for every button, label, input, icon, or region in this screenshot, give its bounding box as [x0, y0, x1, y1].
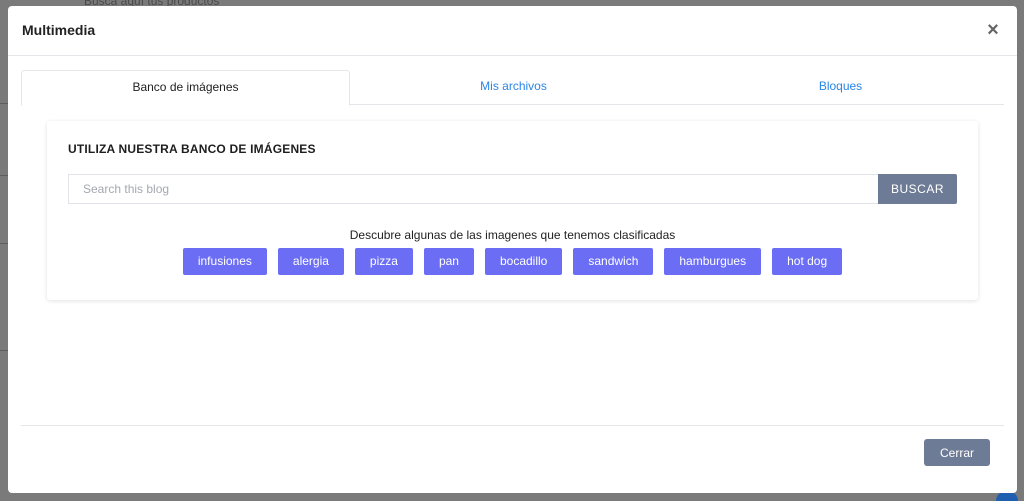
background-divider: [0, 103, 8, 104]
tag-button-bocadillo[interactable]: bocadillo: [484, 248, 563, 275]
search-input[interactable]: [68, 174, 878, 204]
image-bank-card: UTILIZA NUESTRA BANCO DE IMÁGENES BUSCAR…: [47, 121, 978, 300]
cerrar-button[interactable]: Cerrar: [924, 439, 990, 466]
tag-button-pan[interactable]: pan: [423, 248, 474, 275]
search-bar: BUSCAR: [68, 174, 957, 204]
background-divider: [0, 350, 8, 351]
tag-button-infusiones[interactable]: infusiones: [182, 248, 267, 275]
tag-list: infusiones alergia pizza pan bocadillo s…: [47, 248, 978, 275]
card-title: UTILIZA NUESTRA BANCO DE IMÁGENES: [68, 142, 316, 156]
discover-text: Descubre algunas de las imagenes que ten…: [349, 228, 676, 242]
tag-button-sandwich[interactable]: sandwich: [573, 248, 654, 275]
modal-header: Multimedia ×: [8, 6, 1017, 56]
close-icon[interactable]: ×: [983, 18, 1003, 42]
background-divider: [0, 175, 8, 176]
multimedia-modal: Multimedia × Banco de imágenes Mis archi…: [8, 6, 1017, 493]
tab-bloques[interactable]: Bloques: [677, 70, 1004, 105]
tag-button-hamburgues[interactable]: hamburgues: [664, 248, 762, 275]
tab-banco-de-imagenes[interactable]: Banco de imágenes: [21, 70, 350, 106]
tag-button-hot-dog[interactable]: hot dog: [772, 248, 843, 275]
modal-title: Multimedia: [22, 22, 96, 38]
tab-mis-archivos[interactable]: Mis archivos: [350, 70, 677, 105]
tag-button-alergia[interactable]: alergia: [277, 248, 344, 275]
tab-bar: Banco de imágenes Mis archivos Bloques: [21, 70, 1004, 106]
footer-divider: [21, 425, 1004, 426]
search-button[interactable]: BUSCAR: [878, 174, 957, 204]
background-divider: [0, 243, 8, 244]
tag-button-pizza[interactable]: pizza: [354, 248, 413, 275]
